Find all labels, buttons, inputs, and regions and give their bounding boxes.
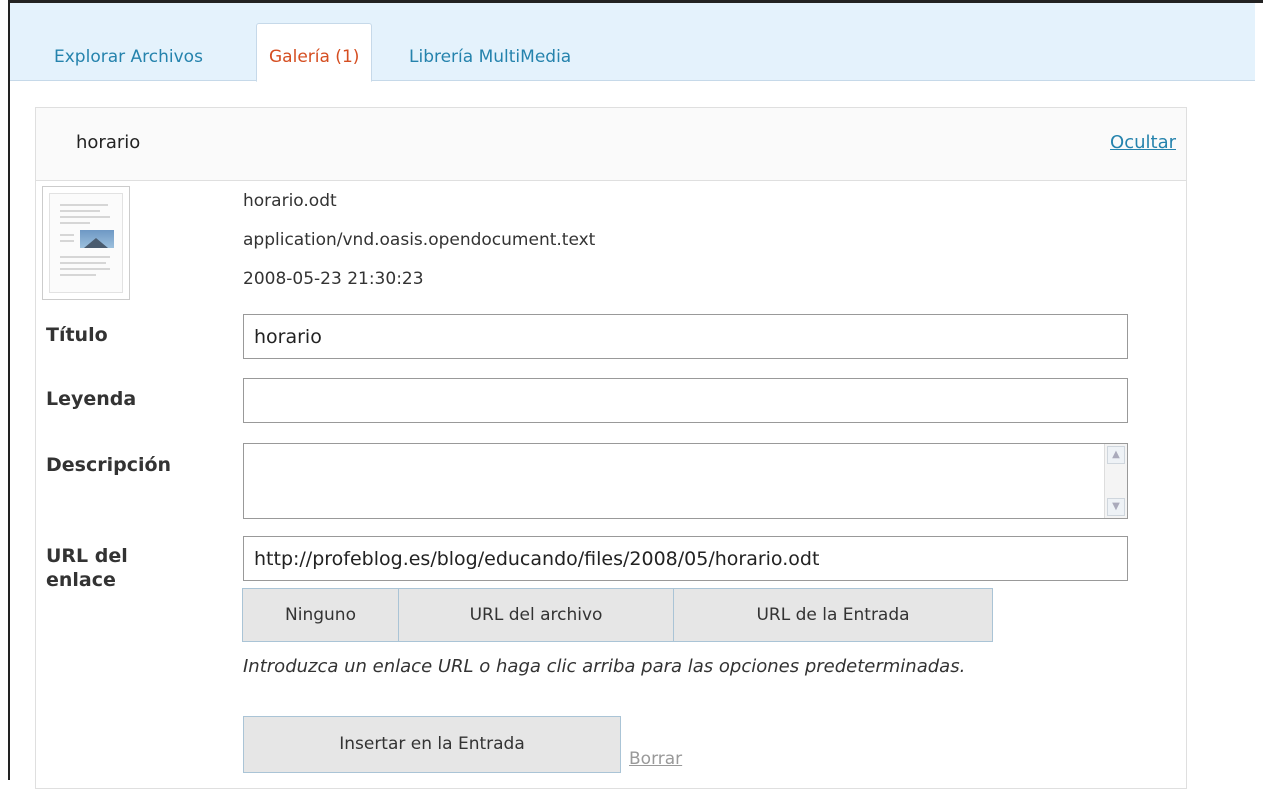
- file-mime-type: application/vnd.oasis.opendocument.text: [243, 230, 596, 250]
- caption-label: Leyenda: [46, 388, 137, 410]
- document-thumbnail-icon: [42, 186, 130, 300]
- media-item-header: horario Ocultar: [36, 108, 1186, 181]
- link-url-label-line1: URL del: [46, 545, 128, 567]
- file-name: horario.odt: [243, 191, 337, 211]
- link-url-field[interactable]: [243, 536, 1128, 581]
- media-tabs: Explorar Archivos Galería (1) Librería M…: [10, 3, 1255, 82]
- scroll-up-icon[interactable]: ▲: [1107, 446, 1125, 464]
- description-label: Descripción: [46, 454, 172, 476]
- file-date: 2008-05-23 21:30:23: [243, 269, 424, 289]
- title-field[interactable]: [243, 314, 1128, 359]
- tab-browse-files[interactable]: Explorar Archivos: [42, 23, 215, 79]
- caption-field[interactable]: [243, 378, 1128, 423]
- link-url-label-line2: enlace: [46, 569, 116, 591]
- url-file-button[interactable]: URL del archivo: [398, 588, 674, 642]
- url-hint-text: Introduzca un enlace URL o haga clic arr…: [243, 656, 966, 677]
- url-post-button[interactable]: URL de la Entrada: [673, 588, 993, 642]
- url-none-button[interactable]: Ninguno: [242, 588, 399, 642]
- description-field[interactable]: ▲ ▼: [243, 443, 1128, 519]
- media-item-title: horario: [76, 132, 141, 153]
- window-left-border: [0, 0, 10, 780]
- tab-media-library[interactable]: Librería MultiMedia: [397, 23, 583, 79]
- insert-into-post-button[interactable]: Insertar en la Entrada: [243, 716, 621, 773]
- delete-link[interactable]: Borrar: [629, 749, 682, 769]
- tab-gallery[interactable]: Galería (1): [256, 23, 373, 82]
- hide-link[interactable]: Ocultar: [1110, 132, 1176, 153]
- description-scrollbar[interactable]: ▲ ▼: [1104, 444, 1127, 518]
- scroll-down-icon[interactable]: ▼: [1107, 498, 1125, 516]
- title-label: Título: [46, 324, 108, 346]
- media-item-panel: horario Ocultar horario.odt application/…: [35, 107, 1187, 789]
